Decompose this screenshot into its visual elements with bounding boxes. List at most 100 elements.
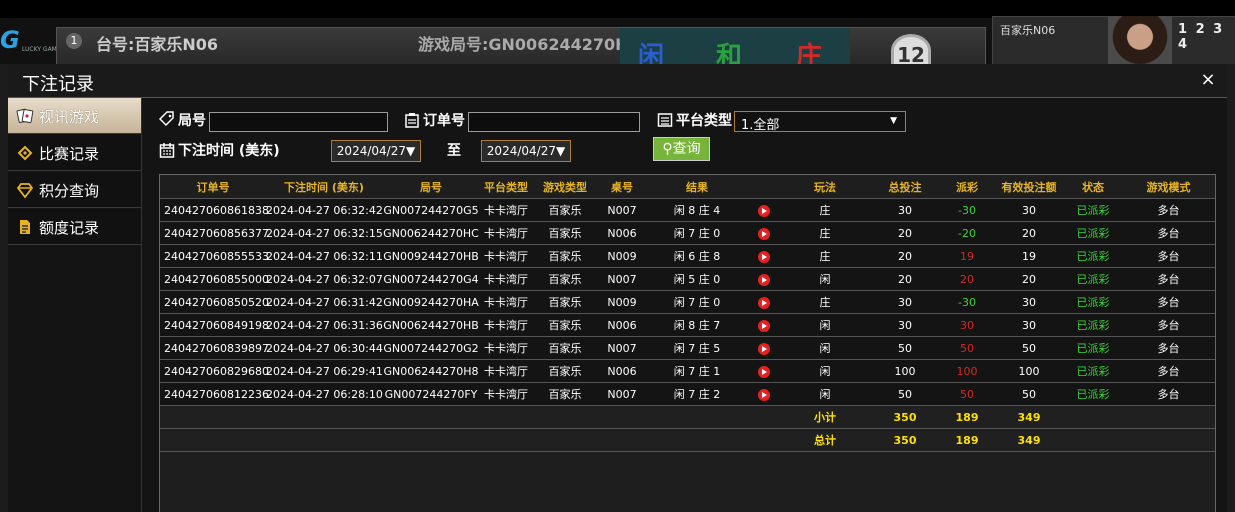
background-left-edge (0, 64, 8, 512)
query-button-label: 查询 (672, 141, 701, 157)
status-cell: 已派彩 (1064, 336, 1122, 360)
status-badge: 已派彩 (1076, 365, 1110, 378)
bet-time-cell: 2024-04-27 06:32:11 (266, 244, 383, 268)
order-number-cell: 240427060855533 (160, 244, 269, 268)
table-row: 240427060839897 2024-04-27 06:30:44 GN0072… (160, 336, 1215, 360)
play-video-icon[interactable] (758, 250, 770, 263)
payout-cell: 20 (940, 267, 994, 291)
platform-type-value: 1.全部 (741, 118, 780, 133)
play-video-icon[interactable] (758, 365, 770, 378)
live-count: 1 2 3 4 (1178, 22, 1225, 52)
play-video-icon[interactable] (758, 296, 770, 309)
column-header: 状态 (1064, 175, 1122, 199)
status-badge: 已派彩 (1076, 204, 1110, 217)
sidebar-item-label: 视讯游戏 (39, 108, 100, 126)
status-badge: 已派彩 (1076, 296, 1110, 309)
video-replay-cell[interactable] (748, 290, 780, 314)
close-button[interactable]: × (1198, 70, 1218, 90)
query-button[interactable]: ⚲查询 (653, 137, 710, 161)
bet-time-cell: 2024-04-27 06:30:44 (266, 336, 383, 360)
status-cell: 已派彩 (1064, 198, 1122, 222)
total-payout: 189 (940, 428, 994, 452)
bet-type-cell: 闲 (780, 336, 870, 360)
payout-value: 100 (956, 364, 978, 378)
tag-icon (159, 111, 174, 127)
valid-stake-cell: 20 (994, 221, 1064, 245)
game-mode-cell: 多台 (1122, 359, 1215, 383)
total-stake-cell: 30 (870, 313, 940, 337)
game-type-cell: 百家乐 (532, 267, 598, 291)
sidebar-item-video-games[interactable]: 视讯游戏 (8, 98, 141, 134)
table-header-row: 订单号 下注时间 (美东) 局号 平台类型 游戏类型 桌号 结果 玩法 总投注 派彩 有效投注额 状态… (160, 175, 1215, 199)
video-replay-cell[interactable] (748, 313, 780, 337)
date-from-picker[interactable]: 2024/04/27▼ (331, 140, 421, 162)
background-right-edge (1227, 64, 1235, 512)
game-type-cell: 百家乐 (532, 290, 598, 314)
table-row: 240427060856377 2024-04-27 06:32:15 GN0062… (160, 221, 1215, 245)
table-row: 240427060861838 2024-04-27 06:32:42 GN0072… (160, 198, 1215, 222)
bet-type-cell: 闲 (780, 382, 870, 406)
column-header: 有效投注额 (994, 175, 1064, 199)
result-cell: 闲 7 庄 0 (646, 221, 748, 245)
sidebar-item-match-records[interactable]: 比赛记录 (8, 135, 141, 171)
bet-record-table-container: 订单号 下注时间 (美东) 局号 平台类型 游戏类型 桌号 结果 玩法 总投注 派彩 有效投注额 状态… (159, 174, 1216, 512)
order-number-input[interactable] (468, 112, 640, 132)
play-video-icon[interactable] (758, 388, 770, 401)
video-replay-cell[interactable] (748, 359, 780, 383)
video-replay-cell[interactable] (748, 221, 780, 245)
status-cell: 已派彩 (1064, 382, 1122, 406)
play-video-icon[interactable] (758, 204, 770, 217)
status-cell: 已派彩 (1064, 359, 1122, 383)
payout-value: -30 (958, 203, 976, 217)
video-replay-cell[interactable] (748, 244, 780, 268)
payout-cell: 30 (940, 313, 994, 337)
game-mode-cell: 多台 (1122, 221, 1215, 245)
result-cell: 闲 7 庄 5 (646, 336, 748, 360)
game-mode-cell: 多台 (1122, 382, 1215, 406)
play-video-icon[interactable] (758, 319, 770, 332)
dealer-video (1108, 16, 1172, 68)
date-to-picker[interactable]: 2024/04/27▼ (481, 140, 571, 162)
payout-cell: -30 (940, 198, 994, 222)
game-mode-cell: 多台 (1122, 290, 1215, 314)
bet-type-cell: 庄 (780, 290, 870, 314)
summary-spacer (1064, 405, 1215, 429)
date-range-separator: 至 (447, 143, 461, 159)
status-cell: 已派彩 (1064, 290, 1122, 314)
play-video-icon[interactable] (758, 227, 770, 240)
bet-type-cell: 闲 (780, 313, 870, 337)
payout-value: -30 (958, 295, 976, 309)
sidebar-item-quota-records[interactable]: 额度记录 (8, 209, 141, 245)
table-number-badge: 1 (66, 33, 82, 49)
column-header: 游戏模式 (1122, 175, 1215, 199)
order-number-cell: 240427060849198 (160, 313, 269, 337)
column-header: 游戏类型 (532, 175, 598, 199)
status-cell: 已派彩 (1064, 221, 1122, 245)
table-row: 240427060812236 2024-04-27 06:28:10 GN0072… (160, 382, 1215, 406)
countdown-timer: 12 (891, 34, 931, 67)
play-video-icon[interactable] (758, 273, 770, 286)
platform-cell: 卡卡湾厅 (480, 290, 532, 314)
bet-area-strip: 闲 和 庄 (620, 28, 850, 72)
table-number-cell: N009 (598, 290, 646, 314)
sidebar-item-points-query[interactable]: 积分查询 (8, 172, 141, 208)
play-video-icon[interactable] (758, 342, 770, 355)
total-stake-cell: 100 (870, 359, 940, 383)
result-cell: 闲 6 庄 8 (646, 244, 748, 268)
result-cell: 闲 7 庄 2 (646, 382, 748, 406)
video-replay-cell[interactable] (748, 336, 780, 360)
table-row: 240427060855000 2024-04-27 06:32:07 GN0072… (160, 267, 1215, 291)
valid-stake-cell: 30 (994, 313, 1064, 337)
table-row: 240427060850520 2024-04-27 06:31:42 GN0092… (160, 290, 1215, 314)
payout-value: 50 (960, 387, 974, 401)
platform-type-select[interactable]: 1.全部 ▼ (734, 111, 906, 133)
bet-time-cell: 2024-04-27 06:31:36 (266, 313, 383, 337)
payout-value: 19 (960, 249, 974, 263)
video-replay-cell[interactable] (748, 198, 780, 222)
payout-cell: 100 (940, 359, 994, 383)
table-number-cell: N006 (598, 221, 646, 245)
video-replay-cell[interactable] (748, 382, 780, 406)
round-input[interactable] (209, 112, 388, 132)
column-header: 总投注 (870, 175, 940, 199)
video-replay-cell[interactable] (748, 267, 780, 291)
